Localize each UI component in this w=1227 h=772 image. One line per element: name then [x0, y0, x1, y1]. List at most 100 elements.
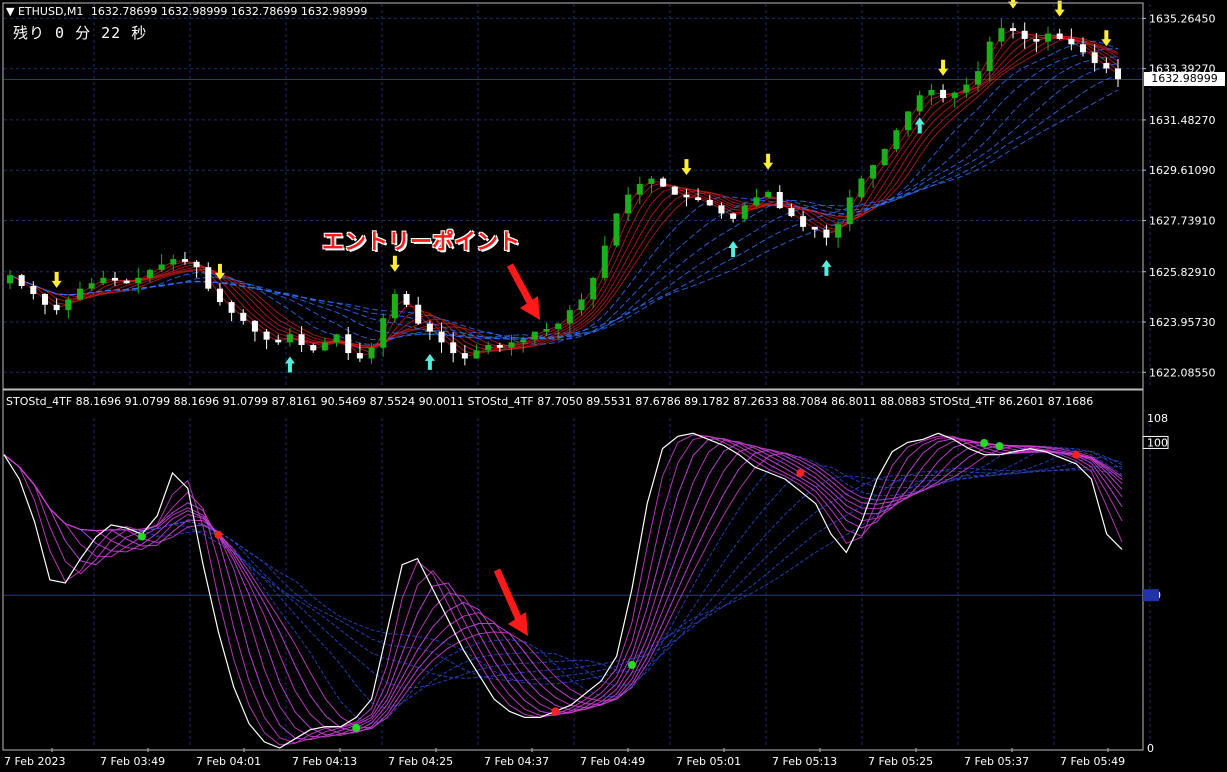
time-tick-label: 7 Feb 05:13: [772, 755, 837, 768]
candle-body: [251, 320, 258, 332]
countdown-timer: 残り 0 分 22 秒: [13, 24, 148, 42]
stoch-blue-line: [3, 438, 1123, 741]
candle-body: [613, 213, 620, 246]
stoch-magenta-line: [3, 435, 1123, 744]
candle-body: [403, 294, 410, 305]
cross-dot: [137, 532, 146, 541]
time-tick-label: 7 Feb 05:37: [964, 755, 1029, 768]
candle-body: [928, 89, 935, 96]
ribbon-blue-line: [9, 74, 1119, 340]
entry-point-annotation: エントリーポイント: [322, 230, 521, 255]
candle-body: [590, 277, 597, 300]
candle-body: [823, 229, 830, 238]
time-tick-label: 7 Feb 04:37: [484, 755, 549, 768]
candle-body: [18, 275, 25, 286]
chart-header[interactable]: ▼ ETHUSD,M1 1632.78699 1632.98999 1632.7…: [6, 5, 367, 18]
ribbon-blue-line: [9, 89, 1119, 340]
price-tick-label: 1635.26450: [1149, 12, 1215, 25]
candle-body: [671, 186, 678, 195]
candle-body: [216, 288, 223, 303]
candle-body: [228, 302, 235, 313]
candle-body: [310, 345, 317, 351]
time-tick-label: 7 Feb 2023: [4, 755, 65, 768]
candle-body: [415, 304, 422, 324]
time-tick-label: 7 Feb 05:25: [868, 755, 933, 768]
ribbon-lines: [9, 28, 1119, 357]
candle-body: [695, 197, 702, 201]
sell-arrow-icon: [1008, 0, 1019, 9]
stoch-level-50-box: [1143, 589, 1159, 602]
candle-body: [741, 205, 748, 219]
candle-body: [835, 224, 842, 238]
candle-body: [426, 323, 433, 332]
candle-body: [1021, 30, 1028, 39]
candle-body: [356, 353, 363, 359]
time-tick-label: 7 Feb 04:01: [196, 755, 261, 768]
time-tick-label: 7 Feb 03:49: [100, 755, 165, 768]
candle-body: [1056, 33, 1063, 39]
sell-arrow-icon: [389, 255, 400, 272]
candle-body: [730, 213, 737, 219]
candle-body: [321, 342, 328, 351]
candle-body: [450, 342, 457, 354]
stoch-blue-line: [3, 450, 1123, 689]
candles: [7, 18, 1121, 366]
cross-dot: [980, 439, 989, 448]
candle-body: [811, 226, 818, 230]
price-tick-label: 1623.95730: [1149, 316, 1215, 329]
collapse-triangle-icon[interactable]: ▼: [6, 5, 14, 18]
candle-body: [975, 71, 982, 85]
cross-dot: [995, 442, 1004, 451]
candle-body: [660, 178, 667, 187]
stoch-magenta-line: [3, 443, 1123, 735]
candle-body: [951, 92, 958, 98]
candle-body: [998, 28, 1005, 42]
time-tick-label: 7 Feb 05:49: [1060, 755, 1125, 768]
candle-body: [846, 197, 853, 225]
candle-body: [30, 285, 37, 295]
candle-body: [391, 294, 398, 319]
candle-body: [765, 191, 772, 198]
stoch-magenta-line: [3, 445, 1123, 729]
price-tick-label: 1627.73910: [1149, 214, 1215, 227]
buy-arrow-icon: [821, 259, 832, 276]
stoch-tick-label: 108: [1147, 412, 1168, 425]
price-tick-label: 1625.82910: [1149, 266, 1215, 279]
candle-body: [286, 334, 293, 343]
candle-body: [170, 259, 177, 265]
candle-body: [940, 89, 947, 98]
ribbon-red-line: [9, 34, 1119, 352]
candle-body: [1010, 28, 1017, 31]
candle-body: [648, 178, 655, 184]
price-tick-label: 1631.48270: [1149, 114, 1215, 127]
candle-body: [41, 294, 48, 305]
candle-body: [7, 275, 13, 284]
candle-body: [718, 205, 725, 214]
candle-body: [776, 191, 783, 209]
candle-body: [461, 353, 468, 359]
candle-body: [263, 331, 270, 340]
candle-body: [1068, 38, 1075, 45]
candle-body: [88, 283, 95, 289]
indicator-panel-frame: [2, 389, 1144, 751]
candle-body: [753, 197, 760, 206]
time-tick-label: 7 Feb 05:01: [676, 755, 741, 768]
candle-body: [181, 259, 188, 262]
candle-body: [146, 269, 153, 278]
time-tick-label: 7 Feb 04:25: [388, 755, 453, 768]
annotation-arrows: [493, 263, 540, 636]
candle-body: [893, 130, 900, 150]
buy-arrow-icon: [728, 241, 739, 258]
annotation-arrow-shaft: [506, 263, 536, 308]
candle-body: [881, 149, 888, 166]
ribbon-red-line: [9, 28, 1119, 357]
cross-dot: [352, 723, 361, 732]
candle-body: [438, 331, 445, 343]
candle-body: [158, 264, 165, 270]
candle-body: [473, 350, 480, 359]
candle-body: [800, 216, 807, 227]
price-tick-label: 1629.61090: [1149, 164, 1215, 177]
candle-body: [496, 345, 503, 348]
price-tick-label: 1622.08550: [1149, 366, 1215, 379]
stoch-magenta-line: [3, 434, 1123, 746]
